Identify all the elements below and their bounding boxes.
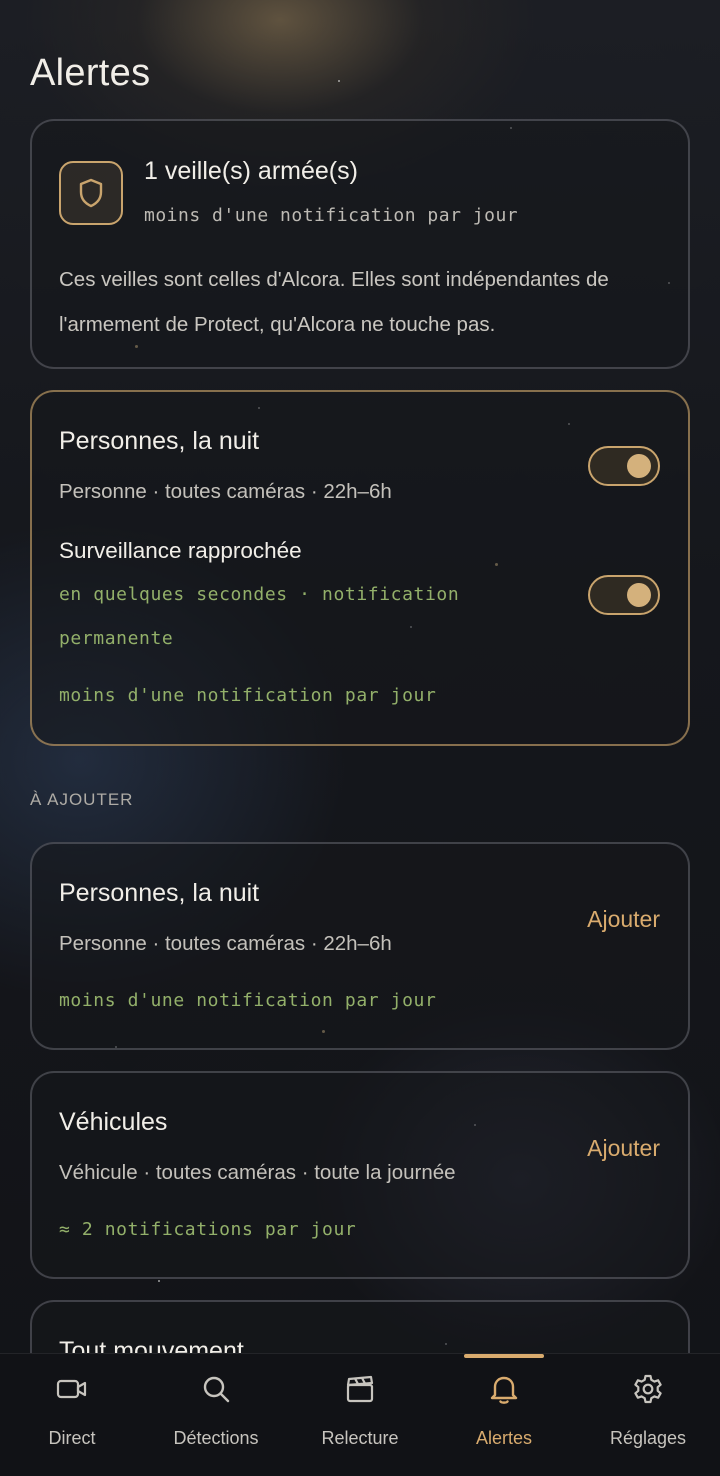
add-button[interactable]: Ajouter: [587, 1135, 660, 1162]
toggle-knob: [627, 583, 651, 607]
section-label-to-add: À AJOUTER: [30, 790, 134, 809]
page-title: Alertes: [30, 52, 151, 94]
shield-icon: [59, 161, 123, 225]
suggestion-title: Personnes, la nuit: [59, 879, 260, 907]
rule-title: Personnes, la nuit: [59, 427, 260, 455]
suggestion-card: Véhicules Véhicule · toutes caméras · to…: [30, 1071, 690, 1279]
rule-title: Surveillance rapprochée: [59, 538, 302, 563]
suggestion-card: Personnes, la nuit Personne · toutes cam…: [30, 842, 690, 1050]
star-decoration: [338, 80, 340, 82]
suggestion-frequency: moins d'une notification par jour: [59, 990, 437, 1011]
armed-count-title: 1 veille(s) armée(s): [144, 157, 358, 185]
add-button[interactable]: Ajouter: [587, 906, 660, 933]
active-rules-card: Personnes, la nuit Personne · toutes cam…: [30, 390, 690, 746]
nav-label: Réglages: [609, 1428, 687, 1448]
rule-detail: permanente: [59, 628, 174, 649]
search-icon: [199, 1372, 233, 1406]
suggestion-meta: Véhicule · toutes caméras · toute la jou…: [59, 1161, 456, 1184]
suggestion-meta: Personne · toutes caméras · 22h–6h: [59, 932, 392, 955]
suggestion-title: Véhicules: [59, 1108, 168, 1136]
nav-item-direct[interactable]: Direct: [0, 1354, 144, 1476]
nav-label: Détections: [173, 1428, 259, 1448]
rule-frequency: moins d'une notification par jour: [59, 685, 437, 706]
armed-description: Ces veilles sont celles d'Alcora. Elles …: [59, 268, 609, 336]
nav-item-relecture[interactable]: Relecture: [288, 1354, 432, 1476]
nav-item-detections[interactable]: Détections: [144, 1354, 288, 1476]
bottom-nav: Direct Détections Relecture Alertes Régl…: [0, 1353, 720, 1476]
armed-frequency: moins d'une notification par jour: [144, 205, 519, 226]
star-decoration: [158, 1280, 160, 1282]
nav-label: Relecture: [321, 1428, 399, 1448]
clapperboard-icon: [343, 1372, 377, 1406]
rule-toggle-personnes-nuit[interactable]: [588, 446, 660, 486]
rule-meta: Personne · toutes caméras · 22h–6h: [59, 480, 392, 503]
nav-label: Alertes: [475, 1428, 533, 1448]
nav-item-reglages[interactable]: Réglages: [576, 1354, 720, 1476]
nav-label: Direct: [48, 1428, 96, 1448]
suggestion-frequency: ≈ 2 notifications par jour: [59, 1219, 357, 1240]
rule-toggle-surveillance[interactable]: [588, 575, 660, 615]
nav-item-alertes[interactable]: Alertes: [432, 1354, 576, 1476]
gear-icon: [631, 1372, 665, 1406]
bell-icon: [487, 1372, 521, 1406]
toggle-knob: [627, 454, 651, 478]
armed-summary-card: 1 veille(s) armée(s) moins d'une notific…: [30, 119, 690, 369]
rule-detail: en quelques secondes · notification: [59, 584, 460, 605]
camera-icon: [55, 1372, 89, 1406]
